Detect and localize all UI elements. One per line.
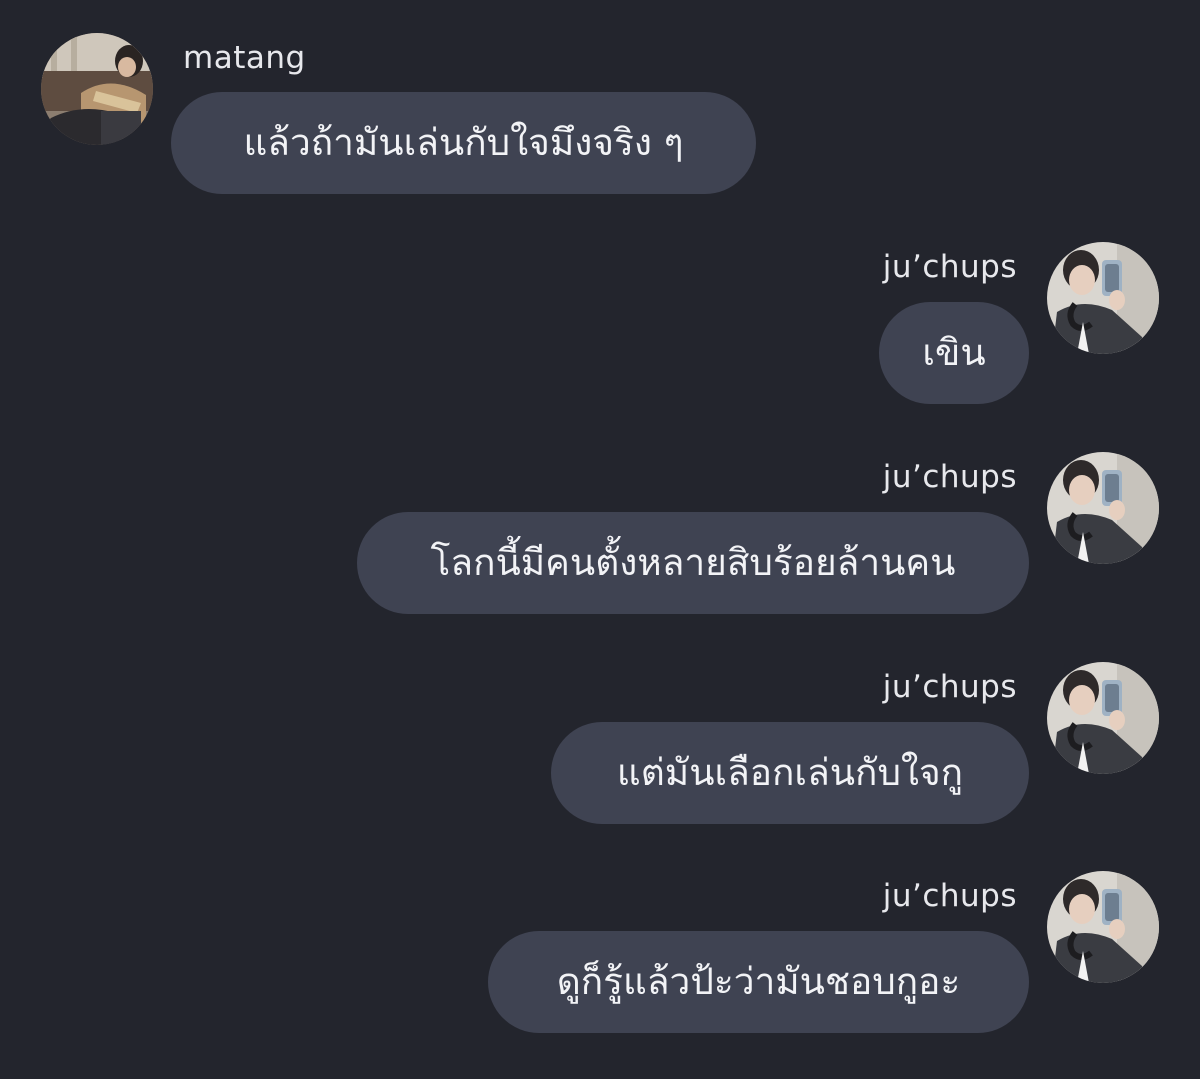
avatar-juchups[interactable] — [1047, 871, 1159, 983]
message-bubble[interactable]: แต่มันเลือกเล่นกับใจกู — [551, 722, 1029, 824]
avatar-image — [41, 33, 153, 145]
sender-name: ju’chups — [882, 878, 1017, 914]
message-bubble[interactable]: ดูก็รู้แล้วป้ะว่ามันชอบกูอะ — [488, 931, 1029, 1033]
sender-name: matang — [183, 40, 306, 76]
avatar-matang[interactable] — [41, 33, 153, 145]
message-bubble[interactable]: เขิน — [879, 302, 1029, 404]
chat-thread: matang แล้วถ้ามันเล่นกับใจมึงจริง ๆ ju’c… — [0, 0, 1200, 1079]
message-bubble[interactable]: แล้วถ้ามันเล่นกับใจมึงจริง ๆ — [171, 92, 756, 194]
avatar-image — [1047, 242, 1159, 354]
message-bubble[interactable]: โลกนี้มีคนตั้งหลายสิบร้อยล้านคน — [357, 512, 1029, 614]
sender-name: ju’chups — [882, 669, 1017, 705]
avatar-juchups[interactable] — [1047, 662, 1159, 774]
avatar-juchups[interactable] — [1047, 242, 1159, 354]
avatar-image — [1047, 871, 1159, 983]
avatar-juchups[interactable] — [1047, 452, 1159, 564]
avatar-image — [1047, 452, 1159, 564]
sender-name: ju’chups — [882, 249, 1017, 285]
sender-name: ju’chups — [882, 459, 1017, 495]
avatar-image — [1047, 662, 1159, 774]
